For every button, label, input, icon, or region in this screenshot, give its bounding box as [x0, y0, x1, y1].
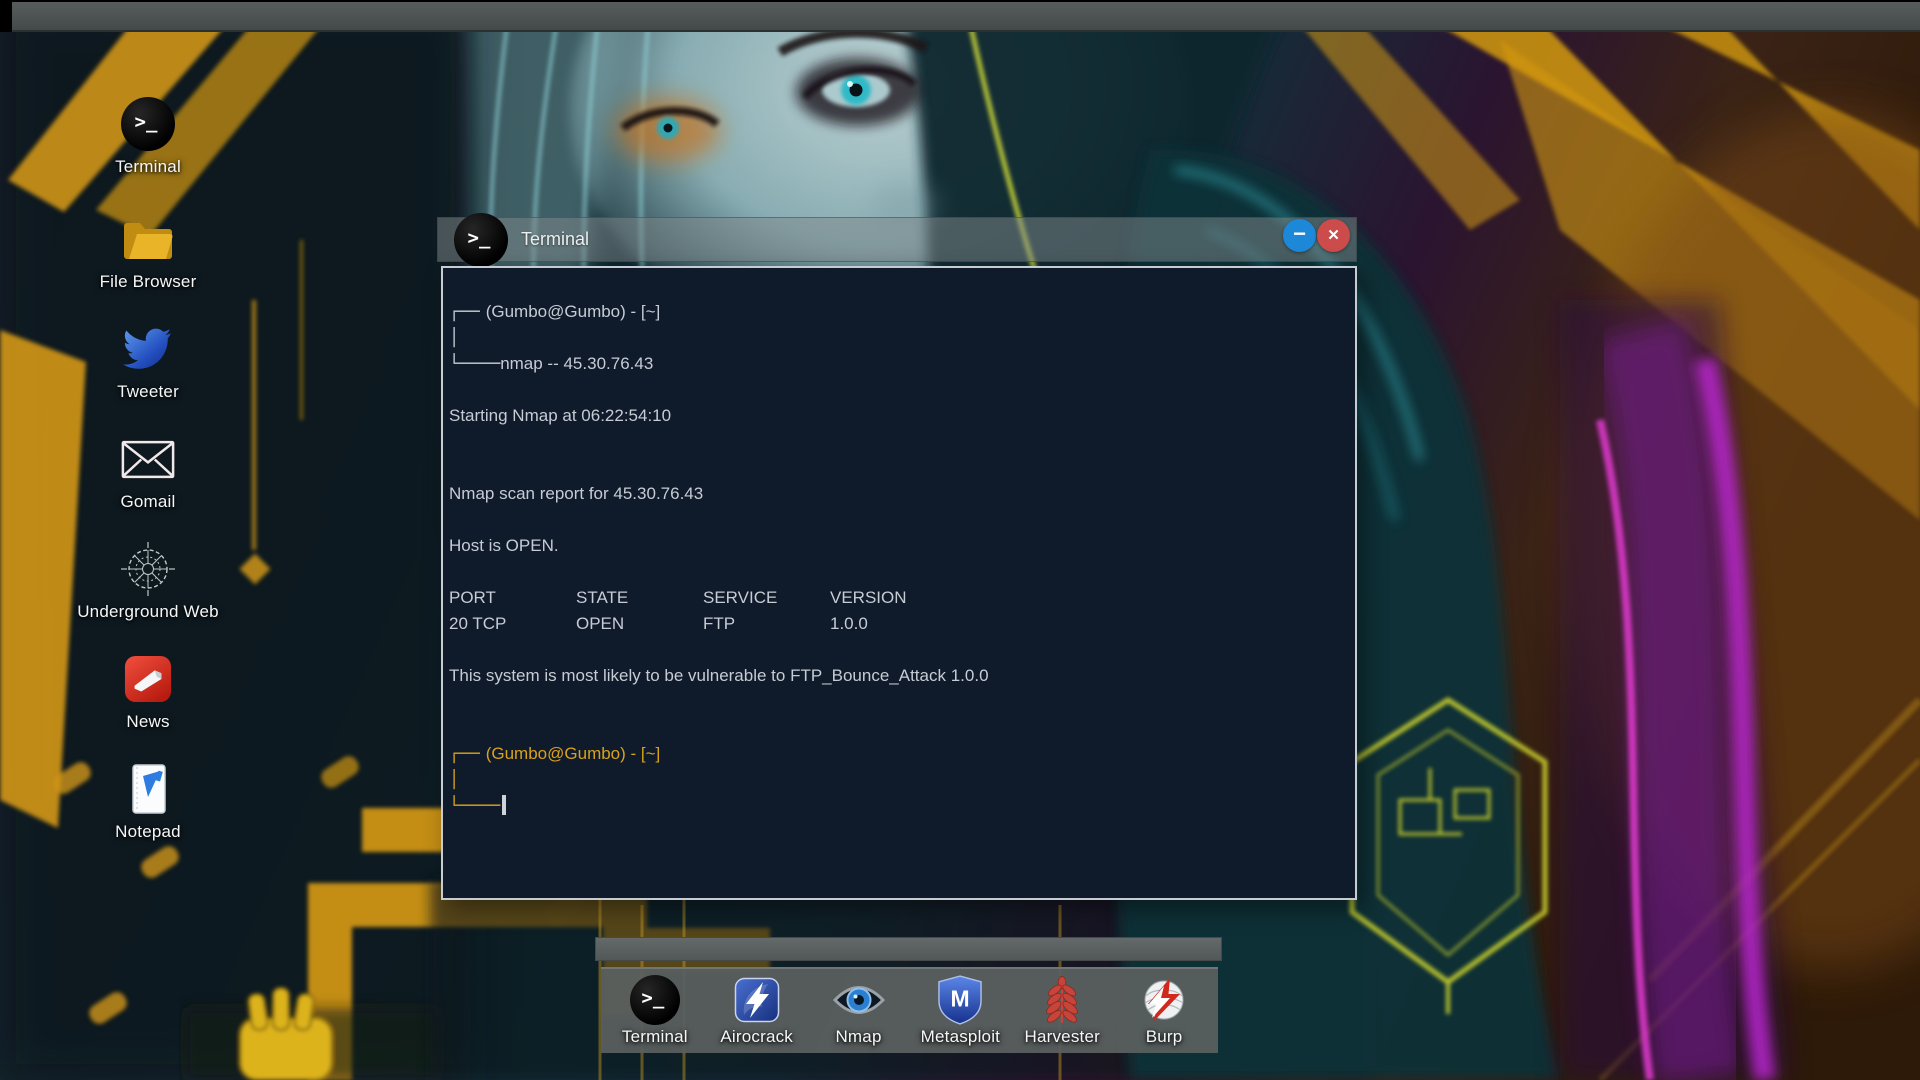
port-table-header: PORT STATE SERVICE VERSION — [449, 588, 907, 607]
dock-item-label: Burp — [1145, 1027, 1183, 1046]
prompt-line: │ — [449, 770, 460, 790]
desktop-icon-underground-web[interactable]: Underground Web — [63, 541, 233, 622]
dock-item-metasploit[interactable]: M Metasploit — [912, 975, 1008, 1047]
terminal-line: Starting Nmap at 06:22:54:10 — [449, 406, 672, 425]
terminal-prompt-glyph: >_ — [641, 987, 665, 1009]
terminal-line: Nmap scan report for 45.30.76.43 — [449, 484, 704, 503]
terminal-output[interactable]: ┌── (Gumbo@Gumbo) - [~] │ └────nmap -- 45… — [441, 266, 1357, 900]
dock-item-label: Nmap — [835, 1027, 882, 1046]
dock-item-label: Airocrack — [720, 1027, 794, 1046]
notepad-icon — [132, 764, 166, 814]
desktop-icon-label: Tweeter — [117, 382, 179, 401]
vulnerability-line: This system is most likely to be vulnera… — [449, 666, 989, 685]
desktop-icon-news[interactable]: News — [63, 651, 233, 732]
metasploit-letter: M — [951, 986, 970, 1012]
desktop-icon-gomail[interactable]: Gomail — [63, 431, 233, 512]
news-icon — [124, 655, 172, 703]
top-bar — [0, 0, 1920, 32]
desktop-icon-file-browser[interactable]: File Browser — [63, 211, 233, 292]
terminal-icon: >_ — [454, 213, 508, 267]
prompt-line: ┌── (Gumbo@Gumbo) - [~] — [449, 302, 661, 322]
wheat-icon — [1046, 976, 1078, 1024]
eye-icon — [832, 986, 885, 1014]
terminal-icon: >_ — [121, 97, 175, 151]
dock-item-harvester[interactable]: Harvester — [1014, 975, 1110, 1047]
terminal-titlebar[interactable]: >_ Terminal − ✕ — [437, 213, 1357, 267]
dock-item-terminal[interactable]: >_ Terminal — [607, 975, 703, 1047]
top-bar-surface — [12, 2, 1920, 32]
desktop-icon-label: File Browser — [99, 272, 197, 291]
desktop-icon-label: Gomail — [120, 492, 176, 511]
dock-item-airocrack[interactable]: Airocrack — [709, 975, 805, 1047]
desktop-icon-label: News — [126, 712, 170, 731]
dock-item-nmap[interactable]: Nmap — [811, 975, 907, 1047]
spiderweb-icon — [121, 542, 175, 596]
desktop-icon-label: Terminal — [115, 157, 181, 176]
prompt-line: │ — [449, 328, 460, 348]
close-button[interactable]: ✕ — [1317, 219, 1350, 252]
folder-icon — [124, 223, 173, 259]
screen: >_ Terminal File Browser Tweeter Gomail … — [0, 0, 1920, 1080]
envelope-icon — [121, 440, 175, 478]
terminal-prompt-glyph: >_ — [134, 111, 158, 133]
dock-item-burp[interactable]: Burp — [1116, 975, 1212, 1047]
shield-bolt-icon — [734, 977, 779, 1023]
dock: >_ Terminal Airocrack Nmap M Metasploit … — [601, 967, 1218, 1053]
dock-shelf — [595, 937, 1222, 961]
desktop-icon-tweeter[interactable]: Tweeter — [63, 321, 233, 402]
window-title: Terminal — [521, 229, 590, 249]
minimize-button[interactable]: − — [1283, 219, 1316, 252]
prompt-line: └──── — [449, 793, 1337, 819]
dock-item-label: Harvester — [1024, 1027, 1100, 1046]
bolt-sphere-icon — [1144, 978, 1184, 1022]
dock-item-label: Terminal — [621, 1027, 688, 1046]
dock-item-label: Metasploit — [920, 1027, 1001, 1046]
terminal-icon: >_ — [629, 975, 680, 1025]
desktop-icon-label: Underground Web — [77, 602, 219, 621]
desktop-icon-label: Notepad — [115, 822, 181, 841]
desktop-icon-terminal[interactable]: >_ Terminal — [63, 96, 233, 177]
terminal-line: Host is OPEN. — [449, 536, 559, 555]
desktop-icon-notepad[interactable]: Notepad — [63, 761, 233, 842]
port-table-row: 20 TCP OPEN FTP 1.0.0 — [449, 614, 868, 633]
text-cursor — [502, 795, 506, 815]
close-icon: ✕ — [1327, 227, 1340, 244]
command-line: └────nmap -- 45.30.76.43 — [449, 354, 654, 374]
bird-icon — [123, 328, 171, 369]
minimize-icon: − — [1293, 220, 1306, 246]
shield-m-icon: M — [938, 975, 983, 1025]
terminal-prompt-glyph: >_ — [467, 227, 491, 249]
prompt-line: ┌── (Gumbo@Gumbo) - [~] — [449, 744, 661, 764]
